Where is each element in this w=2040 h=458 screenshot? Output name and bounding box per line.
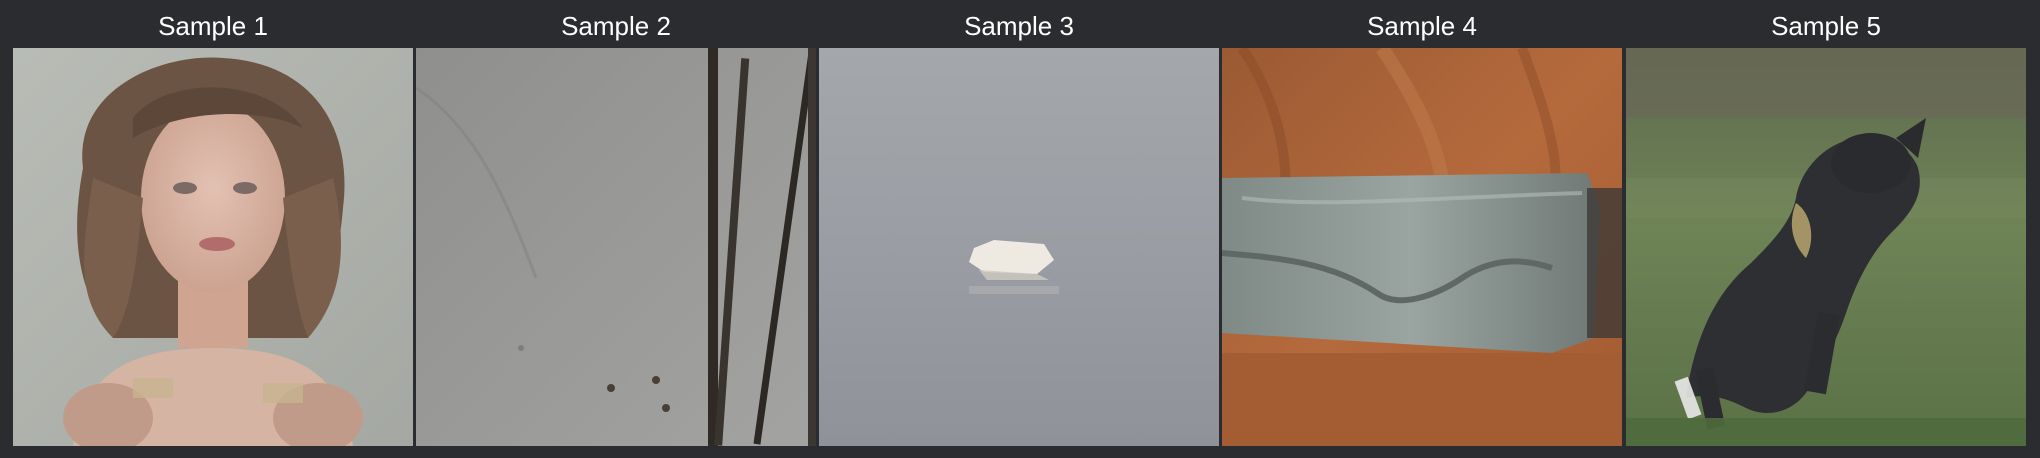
sample-image-1 [13, 48, 413, 446]
wall-branches-image [416, 48, 816, 446]
sample-title-5: Sample 5 [1771, 11, 1881, 41]
sample-panel-1: Sample 1 [13, 0, 413, 458]
sample-image-3 [819, 48, 1219, 446]
sample-title-3: Sample 3 [964, 11, 1074, 41]
sample-title-4: Sample 4 [1367, 11, 1477, 41]
sample-image-5 [1626, 48, 2026, 446]
sample-title-1: Sample 1 [158, 11, 268, 41]
sample-image-4 [1222, 48, 1622, 446]
portrait-image [13, 48, 413, 446]
sample-grid: Sample 1 Sample 2 Sample 3 Sample 4 Samp… [0, 0, 2040, 458]
sample-panel-4: Sample 4 [1222, 0, 1622, 458]
sample-title-2: Sample 2 [561, 11, 671, 41]
stone-on-wood-image [1222, 48, 1622, 446]
sample-panel-5: Sample 5 [1626, 0, 2026, 458]
sample-image-2 [416, 48, 816, 446]
sample-panel-2: Sample 2 [416, 0, 816, 458]
floating-object-image [819, 48, 1219, 446]
dog-jumping-image [1626, 48, 2026, 446]
sample-panel-3: Sample 3 [819, 0, 1219, 458]
